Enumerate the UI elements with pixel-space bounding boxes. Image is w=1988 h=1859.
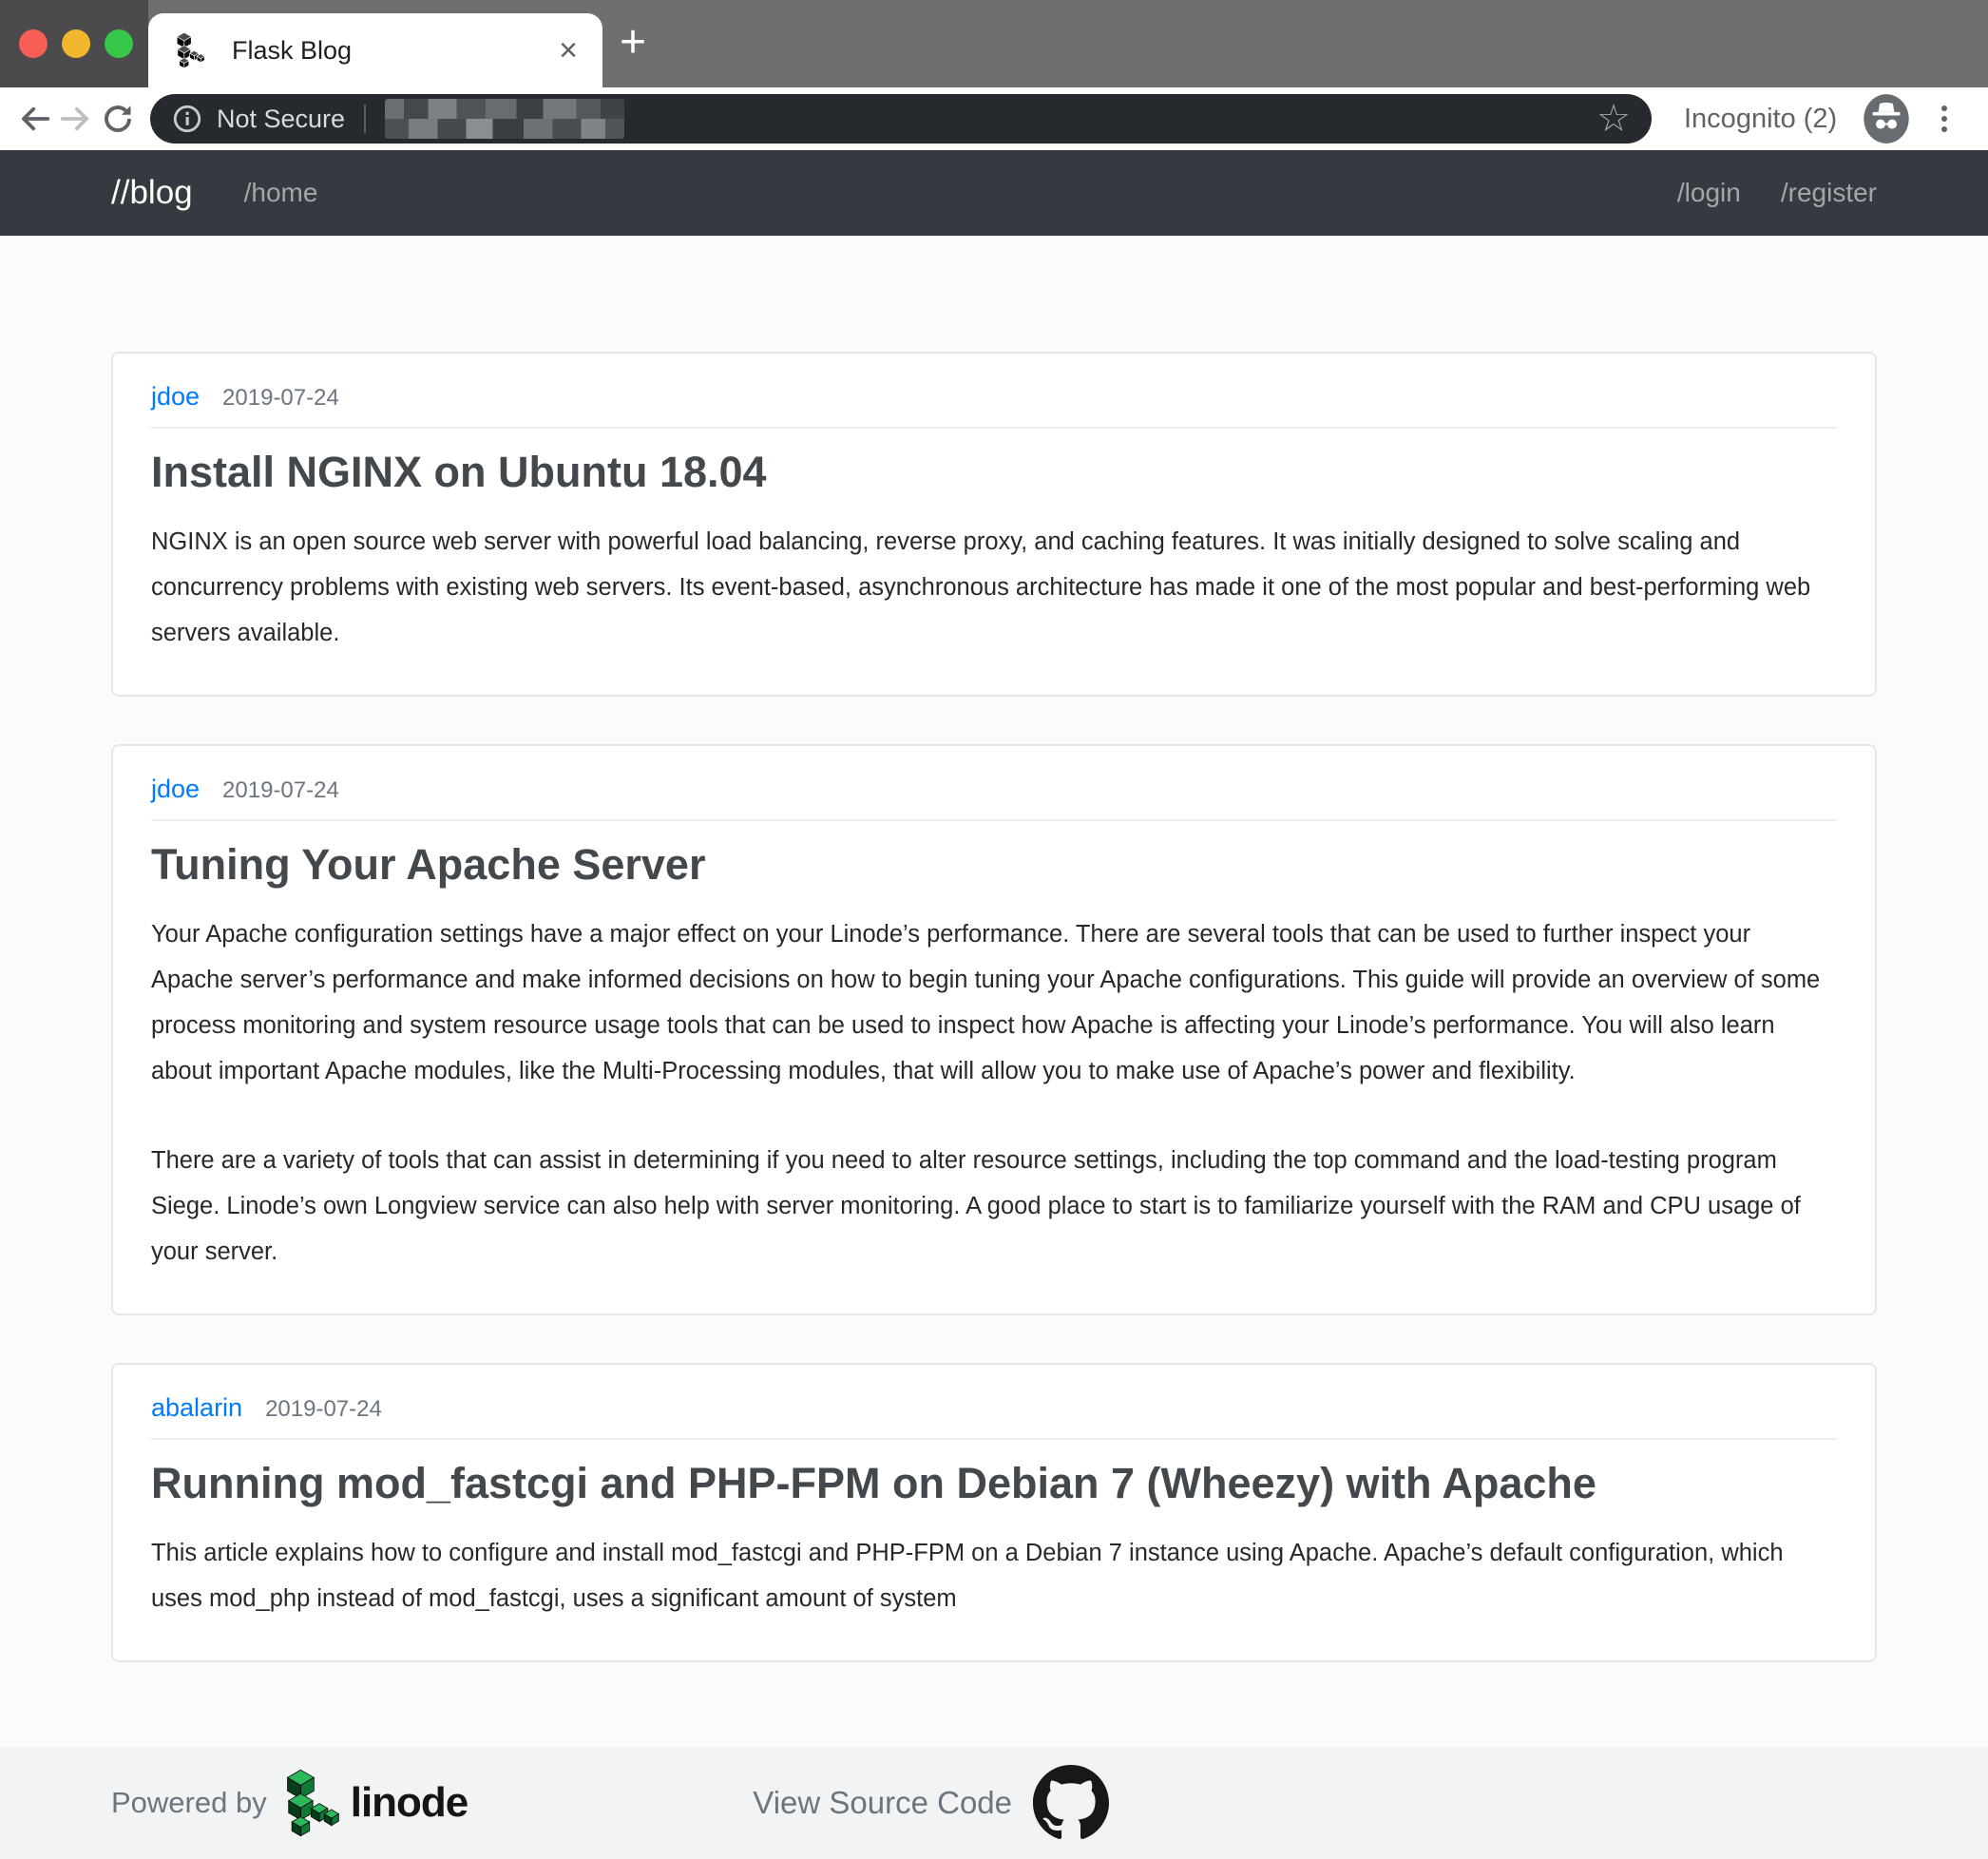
incognito-count-label: Incognito (2) [1684, 104, 1837, 135]
post-title: Install NGINX on Ubuntu 18.04 [151, 446, 1837, 499]
post-date: 2019-07-24 [222, 777, 339, 804]
tab-strip: Flask Blog × + [0, 0, 1988, 87]
post-excerpt: NGINX is an open source web server with … [151, 520, 1837, 657]
nav-register-link[interactable]: /register [1781, 178, 1877, 208]
meta-divider [151, 819, 1837, 821]
post-list: jdoe 2019-07-24 Install NGINX on Ubuntu … [0, 236, 1988, 1662]
post-title: Tuning Your Apache Server [151, 838, 1837, 891]
window-controls [19, 29, 133, 58]
menu-dots-icon[interactable] [1938, 102, 1951, 136]
linode-logo-icon[interactable] [284, 1768, 339, 1838]
address-bar[interactable]: Not Secure ☆ [150, 94, 1652, 144]
linode-favicon-icon [173, 31, 207, 69]
omnibox-divider [364, 105, 366, 133]
linode-wordmark[interactable]: linode [351, 1779, 468, 1827]
site-navbar: //blog /home /login /register [0, 150, 1988, 236]
security-status-label[interactable]: Not Secure [217, 105, 345, 134]
meta-divider [151, 427, 1837, 429]
url-redacted [385, 99, 624, 139]
forward-icon[interactable] [55, 98, 97, 140]
post-author-link[interactable]: abalarin [151, 1393, 242, 1423]
post-excerpt: This article explains how to configure a… [151, 1531, 1837, 1622]
reload-icon[interactable] [97, 98, 139, 140]
nav-login-link[interactable]: /login [1677, 178, 1741, 208]
incognito-icon[interactable] [1862, 92, 1911, 145]
window-zoom-button[interactable] [105, 29, 133, 58]
tab-title: Flask Blog [232, 36, 352, 66]
post-excerpt: There are a variety of tools that can as… [151, 1139, 1837, 1275]
window-close-button[interactable] [19, 29, 48, 58]
browser-toolbar: Not Secure ☆ Incognito (2) [0, 87, 1988, 150]
nav-home-link[interactable]: /home [244, 178, 318, 208]
post-title: Running mod_fastcgi and PHP-FPM on Debia… [151, 1457, 1837, 1510]
post-card: jdoe 2019-07-24 Install NGINX on Ubuntu … [111, 352, 1877, 697]
brand-link[interactable]: //blog [111, 174, 193, 212]
powered-by-label: Powered by [111, 1786, 267, 1820]
post-card: jdoe 2019-07-24 Tuning Your Apache Serve… [111, 744, 1877, 1315]
toolbar-right: Incognito (2) [1684, 92, 1951, 145]
github-icon[interactable] [1033, 1765, 1109, 1841]
bookmark-star-icon[interactable]: ☆ [1596, 100, 1631, 138]
close-tab-icon[interactable]: × [559, 34, 578, 67]
page-footer: Powered by [0, 1747, 1988, 1859]
new-tab-button[interactable]: + [620, 15, 646, 70]
post-card: abalarin 2019-07-24 Running mod_fastcgi … [111, 1363, 1877, 1662]
info-icon[interactable] [171, 103, 203, 135]
post-excerpt: Your Apache configuration settings have … [151, 912, 1837, 1095]
back-icon[interactable] [13, 98, 55, 140]
post-author-link[interactable]: jdoe [151, 382, 200, 412]
post-date: 2019-07-24 [265, 1396, 382, 1423]
post-author-link[interactable]: jdoe [151, 775, 200, 804]
post-date: 2019-07-24 [222, 385, 339, 412]
meta-divider [151, 1438, 1837, 1440]
browser-tab[interactable]: Flask Blog × [148, 13, 602, 87]
view-source-link[interactable]: View Source Code [753, 1785, 1012, 1821]
window-minimize-button[interactable] [62, 29, 90, 58]
